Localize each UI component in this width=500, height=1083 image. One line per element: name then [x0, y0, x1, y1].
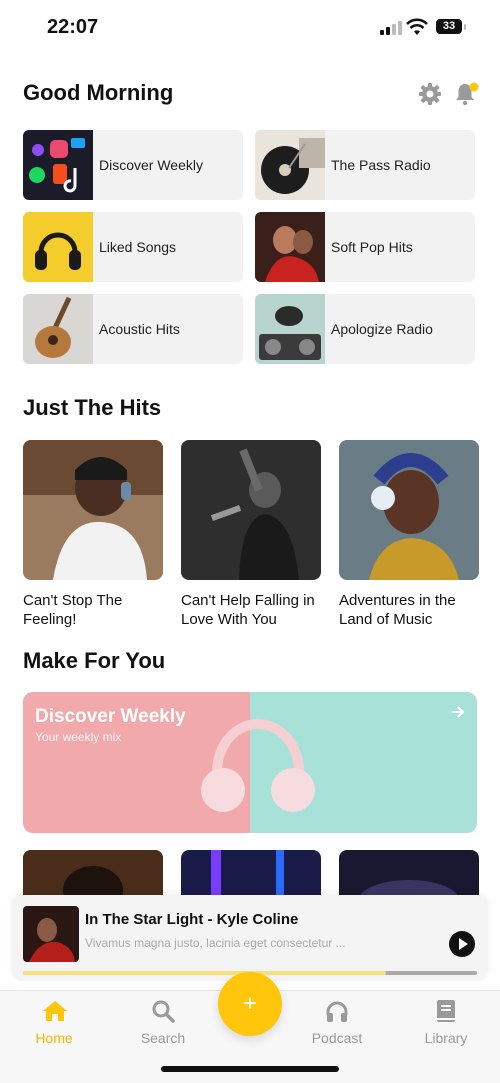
quick-tile-soft-pop-hits[interactable]: Soft Pop Hits — [255, 212, 475, 282]
play-button[interactable] — [449, 931, 475, 957]
greeting-title: Good Morning — [23, 80, 174, 105]
status-time: 22:07 — [47, 16, 99, 38]
tile-cover-image — [23, 130, 93, 200]
hit-card[interactable]: Adventures in the Land of Music — [339, 440, 479, 629]
plus-icon: + — [242, 990, 257, 1017]
quick-tile-the-pass-radio[interactable]: The Pass Radio — [255, 130, 475, 200]
quick-tile-acoustic-hits[interactable]: Acoustic Hits — [23, 294, 243, 364]
book-icon — [437, 1000, 455, 1022]
hit-card[interactable]: Can't Help Falling in Love With You — [181, 440, 321, 629]
tab-label: Search — [140, 1030, 186, 1046]
battery-cap — [464, 24, 466, 30]
hit-cover-image — [181, 440, 321, 580]
hit-title: Adventures in the Land of Music — [339, 592, 456, 628]
play-icon — [459, 938, 468, 950]
now-playing-artwork — [23, 906, 79, 962]
add-button[interactable]: + — [218, 972, 282, 1036]
discover-weekly-banner[interactable]: Discover Weekly Your weekly mix — [23, 692, 477, 833]
tab-label: Home — [35, 1030, 73, 1046]
mini-player[interactable]: In The Star Light - Kyle Coline Vivamus … — [12, 895, 488, 981]
settings-gear-icon[interactable] — [418, 82, 442, 106]
section-title-made-for-you: Make For You — [23, 648, 166, 673]
banner-subtitle: Your weekly mix — [35, 730, 122, 744]
status-bar: 22:07 33 — [0, 0, 500, 56]
home-indicator — [161, 1066, 339, 1072]
tile-label: Discover Weekly — [99, 157, 203, 173]
now-playing-title: In The Star Light - Kyle Coline — [85, 911, 299, 928]
search-icon — [152, 1000, 175, 1023]
quick-tile-apologize-radio[interactable]: Apologize Radio — [255, 294, 475, 364]
hit-cover-image — [339, 440, 479, 580]
headphones-icon — [326, 1001, 348, 1022]
banner-title: Discover Weekly — [35, 706, 186, 727]
tab-label: Library — [424, 1030, 468, 1046]
tab-label: Podcast — [311, 1030, 363, 1046]
tile-label: The Pass Radio — [331, 157, 431, 173]
tile-cover-image — [23, 294, 93, 364]
headphones-illustration — [201, 719, 315, 812]
tile-label: Acoustic Hits — [99, 321, 180, 337]
cellular-signal-icon — [380, 21, 404, 35]
tab-library[interactable]: Library — [401, 991, 491, 1061]
arrow-right-icon[interactable] — [450, 704, 466, 720]
tile-label: Liked Songs — [99, 239, 177, 255]
tile-cover-image — [23, 212, 93, 282]
home-icon — [43, 1001, 67, 1021]
playback-progress-fill — [23, 971, 387, 975]
tab-podcast[interactable]: Podcast — [292, 991, 382, 1061]
hit-title: Can't Stop The Feeling! — [23, 592, 123, 628]
tile-cover-image — [255, 130, 325, 200]
section-title-hits: Just The Hits — [23, 395, 162, 420]
notification-bell-icon[interactable] — [454, 82, 480, 106]
tile-label: Apologize Radio — [331, 321, 433, 337]
tab-home[interactable]: Home — [9, 991, 99, 1061]
tile-cover-image — [255, 294, 325, 364]
hit-card[interactable]: Can't Stop The Feeling! — [23, 440, 163, 629]
now-playing-subtitle: Vivamus magna justo, lacinia eget consec… — [85, 936, 346, 950]
battery-icon: 33 — [436, 19, 462, 34]
quick-tile-discover-weekly[interactable]: Discover Weekly — [23, 130, 243, 200]
tab-search[interactable]: Search — [118, 991, 208, 1061]
quick-tile-liked-songs[interactable]: Liked Songs — [23, 212, 243, 282]
wifi-icon — [406, 18, 428, 35]
tile-label: Soft Pop Hits — [331, 239, 413, 255]
tile-cover-image — [255, 212, 325, 282]
hit-cover-image — [23, 440, 163, 580]
hit-title: Can't Help Falling in Love With You — [181, 592, 315, 628]
